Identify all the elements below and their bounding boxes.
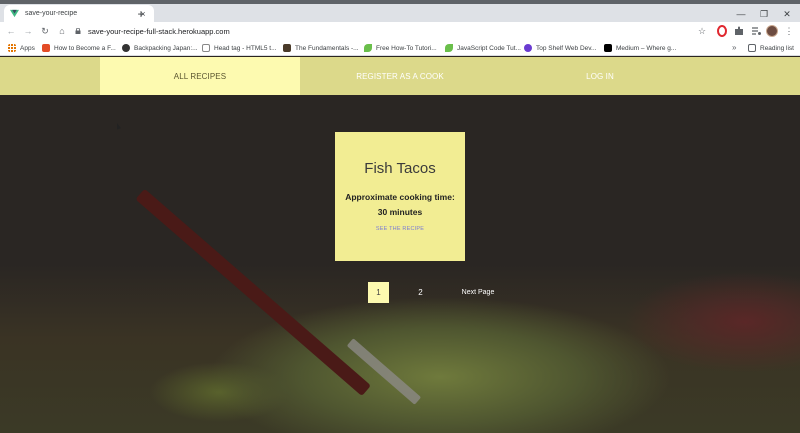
tab-save-your-recipe[interactable]: save-your-recipe × (4, 5, 154, 22)
page-content: ALL RECIPES REGISTER AS A COOK LOG IN Fi… (0, 57, 800, 433)
bookmark-item[interactable]: Backpacking Japan:... (122, 42, 198, 54)
hero-background-blade (346, 338, 422, 405)
bookmark-favicon-icon (122, 44, 130, 52)
tab-title: save-your-recipe (25, 10, 78, 17)
bookmark-item[interactable]: The Fundamentals -... (283, 42, 359, 54)
medium-logo-icon (604, 44, 612, 52)
browser-toolbar: ← → ↻ ⌂ save-your-recipe-full-stack.hero… (0, 22, 800, 40)
forward-icon[interactable]: → (22, 25, 34, 37)
bookmark-item[interactable]: Free How-To Tutori... (364, 42, 437, 54)
see-recipe-link[interactable]: SEE THE RECIPE (335, 226, 465, 232)
address-bar[interactable]: save-your-recipe-full-stack.herokuapp.co… (75, 24, 715, 38)
bookmark-item[interactable]: Top Shelf Web Dev... (524, 42, 596, 54)
cooking-time-value: 30 minutes (377, 207, 423, 217)
bookmark-label: Medium – Where g... (616, 44, 677, 52)
site-navbar: ALL RECIPES REGISTER AS A COOK LOG IN (0, 57, 800, 95)
bookmark-label: Head tag - HTML5 t... (214, 44, 277, 52)
navbar-spacer (0, 57, 100, 95)
home-icon[interactable]: ⌂ (56, 25, 68, 37)
reading-list-icon (748, 44, 756, 52)
reading-list-button[interactable]: Reading list (748, 42, 794, 54)
cooking-time-label: Approximate cooking time: (345, 192, 455, 202)
bookmark-apps[interactable]: Apps (8, 42, 35, 54)
leaf-icon (364, 44, 372, 52)
bookmark-favicon-icon (524, 44, 532, 52)
nav-all-recipes[interactable]: ALL RECIPES (100, 57, 300, 95)
page-1-button[interactable]: 1 (368, 282, 389, 303)
back-icon[interactable]: ← (5, 25, 17, 37)
close-window-button[interactable]: ✕ (780, 8, 794, 20)
opera-extension-icon[interactable] (716, 25, 728, 37)
bookmarks-bar: Apps How to Become a F... Backpacking Ja… (0, 40, 800, 56)
leaf-icon (445, 44, 453, 52)
bookmark-label: The Fundamentals -... (295, 44, 359, 52)
vue-favicon-icon (10, 9, 19, 18)
reload-icon[interactable]: ↻ (39, 25, 51, 37)
page-2-button[interactable]: 2 (410, 282, 431, 303)
bookmark-star-icon[interactable]: ☆ (696, 25, 708, 37)
recipe-title: Fish Tacos (364, 160, 436, 177)
tab-strip: save-your-recipe × + — ❐ ✕ (0, 4, 800, 22)
extensions-puzzle-icon[interactable] (733, 25, 745, 37)
url-text: save-your-recipe-full-stack.herokuapp.co… (88, 26, 230, 36)
reading-list-label: Reading list (760, 44, 794, 52)
bookmark-label: Backpacking Japan:... (134, 44, 198, 52)
bookmark-favicon-icon (283, 44, 291, 52)
bookmark-label: How to Become a F... (54, 44, 116, 52)
next-page-button[interactable]: Next Page (458, 282, 498, 303)
apps-grid-icon (8, 44, 16, 52)
media-queue-icon[interactable] (750, 25, 762, 37)
code-brackets-icon (202, 44, 210, 52)
profile-avatar[interactable] (766, 25, 778, 37)
bookmark-item[interactable]: JavaScript Code Tut... (445, 42, 521, 54)
bookmark-label: Top Shelf Web Dev... (536, 44, 597, 52)
browser-menu-icon[interactable]: ⋮ (783, 25, 795, 37)
bookmark-item[interactable]: Medium – Where g... (604, 42, 676, 54)
recipe-card: Fish Tacos Approximate cooking time: 30 … (335, 132, 465, 261)
bookmark-favicon-icon (42, 44, 50, 52)
minimize-button[interactable]: — (734, 8, 748, 20)
nav-log-in[interactable]: LOG IN (500, 57, 700, 95)
bookmark-item[interactable]: Head tag - HTML5 t... (202, 42, 277, 54)
new-tab-button[interactable]: + (135, 8, 147, 20)
bookmark-label: JavaScript Code Tut... (457, 44, 521, 52)
bookmark-label: Free How-To Tutori... (376, 44, 437, 52)
restore-button[interactable]: ❐ (757, 8, 771, 20)
bookmarks-overflow-icon[interactable]: » (732, 43, 736, 52)
bookmark-item[interactable]: How to Become a F... (42, 42, 116, 54)
lock-icon (75, 28, 81, 34)
mouse-cursor (115, 122, 121, 130)
nav-register-as-cook[interactable]: REGISTER AS A COOK (300, 57, 500, 95)
bookmark-label: Apps (20, 44, 35, 52)
